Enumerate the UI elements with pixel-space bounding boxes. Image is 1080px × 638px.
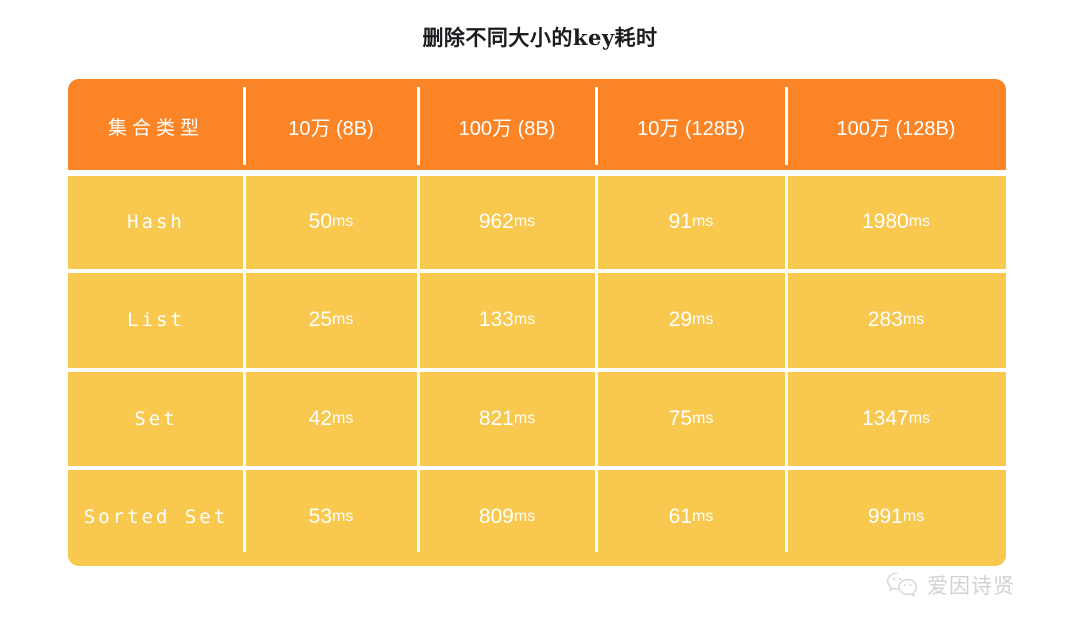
watermark-label: 爱因诗贤 bbox=[927, 574, 1015, 598]
table-row: List 25 ms 133 ms 29 ms 283 ms bbox=[68, 269, 1006, 370]
cell-list-100k-8b: 25 ms bbox=[243, 271, 418, 370]
cell-sorted-set-1m-8b: 809 ms bbox=[417, 467, 596, 566]
wechat-icon bbox=[886, 571, 920, 599]
cell-set-1m-8b: 821 ms bbox=[417, 369, 596, 469]
cell-set-100k-8b: 42 ms bbox=[243, 369, 418, 469]
table-header-row: 集合类型 10万 (8B) 100万 (8B) 10万 (128B) 100万 … bbox=[68, 79, 1006, 176]
row-label-sorted-set: Sorted Set bbox=[83, 505, 229, 528]
cell-sorted-set-1m-128b: 991 ms bbox=[785, 467, 1006, 566]
cell-set-100k-128b: 75 ms bbox=[595, 369, 786, 469]
column-header-set-type: 集合类型 bbox=[107, 116, 204, 139]
cell-hash-100k-128b: 91 ms bbox=[595, 173, 786, 272]
page-title: 删除不同大小的key耗时 bbox=[422, 25, 658, 50]
cell-list-1m-128b: 283 ms bbox=[785, 271, 1006, 370]
cell-hash-100k-8b: 50 ms bbox=[243, 173, 418, 272]
column-header-1m-128b: 100万 (128B) bbox=[785, 79, 1006, 173]
table-row: Sorted Set 53 ms 809 ms 61 ms 991 ms bbox=[68, 465, 1006, 566]
column-header-100k-8b: 10万 (8B) bbox=[243, 79, 418, 173]
cell-list-1m-8b: 133 ms bbox=[417, 271, 596, 370]
row-label-set: Set bbox=[134, 407, 178, 430]
watermark: 爱因诗贤 bbox=[886, 570, 1015, 600]
row-label-hash: Hash bbox=[127, 211, 185, 234]
row-label-list: List bbox=[127, 309, 185, 332]
column-header-100k-128b: 10万 (128B) bbox=[595, 79, 786, 173]
cell-set-1m-128b: 1347 ms bbox=[785, 369, 1006, 469]
cell-hash-1m-8b: 962 ms bbox=[417, 173, 596, 272]
cell-list-100k-128b: 29 ms bbox=[595, 271, 786, 370]
column-header-1m-8b: 100万 (8B) bbox=[417, 79, 596, 173]
cell-hash-1m-128b: 1980 ms bbox=[785, 173, 1006, 272]
cell-sorted-set-100k-8b: 53 ms bbox=[243, 467, 418, 566]
table-row: Set 42 ms 821 ms 75 ms 1347 ms bbox=[68, 367, 1006, 469]
table-row: Hash 50 ms 962 ms 91 ms 1980 ms bbox=[68, 173, 1006, 272]
performance-table: 集合类型 10万 (8B) 100万 (8B) 10万 (128B) 100万 … bbox=[68, 79, 1006, 566]
cell-sorted-set-100k-128b: 61 ms bbox=[595, 467, 786, 566]
